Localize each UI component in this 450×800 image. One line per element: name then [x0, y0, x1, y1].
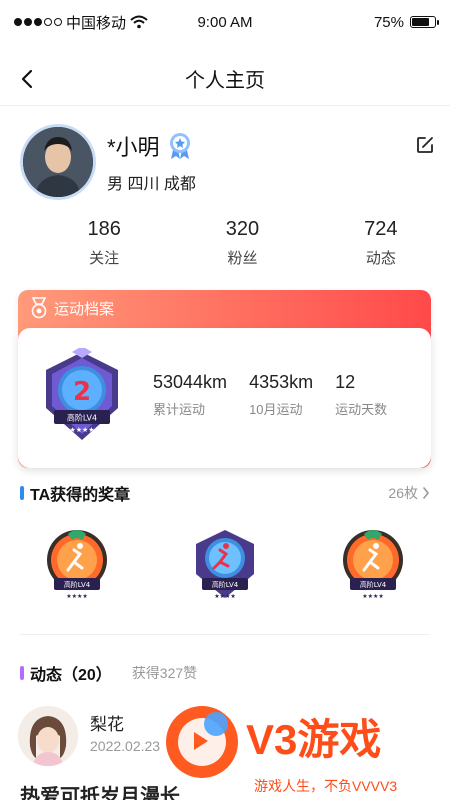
archive-stat-value: 53044km: [153, 372, 228, 392]
status-right: 75%: [373, 13, 439, 31]
archive-stat-value: 12: [335, 372, 356, 392]
medal-runner-orange-2[interactable]: 高阶LV4 ★★★★: [336, 526, 410, 604]
archive-stat-total: 53044km 累计运动: [153, 372, 227, 418]
feed-likes: 获得327赞: [131, 665, 198, 681]
battery-icon: [410, 16, 439, 28]
svg-text:★★★★: ★★★★: [66, 593, 88, 600]
post-avatar-image: [18, 706, 78, 766]
stat-value: 724: [364, 218, 398, 240]
stat-following[interactable]: 186 关注: [35, 218, 173, 268]
edit-icon: [417, 137, 433, 153]
edit-button[interactable]: [412, 132, 438, 158]
sports-archive-card[interactable]: 运动档案 2 高阶LV4 ★★★★ 53044km 累计运动 4353km 10…: [18, 290, 431, 468]
user-meta: 男 四川 成都: [107, 176, 196, 193]
medal-list: 高阶LV4 ★★★★ 高阶LV4 ★★★★ 高阶LV4 ★★★★: [0, 526, 450, 604]
feed-header: 动态（20） 获得327赞: [0, 658, 450, 688]
wifi-icon: [130, 15, 148, 29]
feed-section: 动态（20） 获得327赞 梨花 2022.02.23 热爱可抵岁月漫长: [0, 658, 450, 800]
battery-percent: 75%: [373, 13, 404, 31]
stat-value: 186: [87, 218, 121, 240]
section-marker: [20, 486, 24, 500]
archive-title: 运动档案: [54, 300, 115, 318]
medals-section: TA获得的奖章 26枚 高阶LV4 ★★★★ 高阶LV4 ★★★★ 高阶LV4 …: [0, 478, 450, 638]
svg-text:★★★★: ★★★★: [69, 426, 94, 434]
medals-header: TA获得的奖章 26枚: [0, 478, 450, 508]
level-badge-icon: 2 高阶LV4 ★★★★: [46, 348, 118, 440]
archive-stats: 53044km 累计运动 4353km 10月运动 12 运动天数: [153, 372, 409, 418]
status-bar: 中国移动 9:00 AM 75%: [0, 0, 450, 44]
nav-bar: 个人主页: [0, 52, 450, 106]
user-name: *小明: [107, 135, 160, 160]
divider: [20, 634, 430, 635]
archive-stat-days: 12 运动天数: [335, 372, 387, 418]
medals-count: 26枚: [388, 485, 418, 501]
medals-count-link[interactable]: 26枚: [388, 483, 430, 503]
archive-body: 2 高阶LV4 ★★★★ 53044km 累计运动 4353km 10月运动 1…: [18, 328, 431, 468]
stat-label: 粉丝: [227, 250, 258, 267]
archive-stat-label: 累计运动: [153, 402, 206, 417]
post-author[interactable]: 梨花: [90, 710, 124, 735]
stat-value: 320: [225, 218, 260, 240]
name-row: *小明: [107, 130, 192, 162]
signal-icon: [14, 18, 62, 26]
chevron-left-icon: [21, 69, 33, 89]
medal-icon: [31, 297, 47, 319]
profile-stats: 186 关注 320 粉丝 724 动态: [0, 218, 450, 268]
page-title: 个人主页: [185, 70, 265, 92]
archive-header: 运动档案: [18, 290, 431, 326]
archive-stat-label: 运动天数: [335, 402, 388, 417]
svg-text:高阶LV4: 高阶LV4: [64, 580, 91, 589]
post-date: 2022.02.23: [90, 738, 161, 754]
archive-stat-value: 4353km: [249, 372, 314, 392]
medal-runner-purple[interactable]: 高阶LV4 ★★★★: [188, 526, 262, 604]
badge-level: 高阶LV4: [67, 413, 97, 423]
medal-runner-orange[interactable]: 高阶LV4 ★★★★: [40, 526, 114, 604]
chevron-right-icon: [423, 487, 430, 499]
post-text: 热爱可抵岁月漫长: [20, 786, 180, 800]
archive-stat-label: 10月运动: [249, 402, 303, 417]
archive-stat-month: 4353km 10月运动: [249, 372, 313, 418]
post-avatar[interactable]: [18, 706, 78, 766]
back-button[interactable]: [12, 64, 42, 94]
avatar[interactable]: [20, 124, 96, 200]
section-marker: [20, 666, 24, 680]
medal-badge-icon: [169, 133, 190, 159]
svg-text:★★★★: ★★★★: [362, 593, 384, 600]
status-left: 中国移动: [14, 12, 148, 33]
carrier-label: 中国移动: [66, 14, 127, 32]
user-avatar-image: [23, 127, 93, 197]
stat-followers[interactable]: 320 粉丝: [173, 218, 311, 268]
stat-label: 关注: [89, 250, 120, 267]
feed-title: 动态（20）: [30, 667, 112, 684]
svg-text:高阶LV4: 高阶LV4: [360, 580, 387, 589]
stat-posts[interactable]: 724 动态: [312, 218, 450, 268]
post-item[interactable]: 梨花 2022.02.23 热爱可抵岁月漫长: [18, 706, 438, 800]
badge-number: 2: [73, 377, 91, 407]
medals-title: TA获得的奖章: [30, 487, 131, 504]
svg-text:高阶LV4: 高阶LV4: [212, 580, 239, 589]
profile-section: *小明 男 四川 成都 186 关注 320 粉丝 724 动态: [0, 118, 450, 288]
stat-label: 动态: [365, 250, 396, 267]
svg-text:★★★★: ★★★★: [214, 593, 236, 600]
